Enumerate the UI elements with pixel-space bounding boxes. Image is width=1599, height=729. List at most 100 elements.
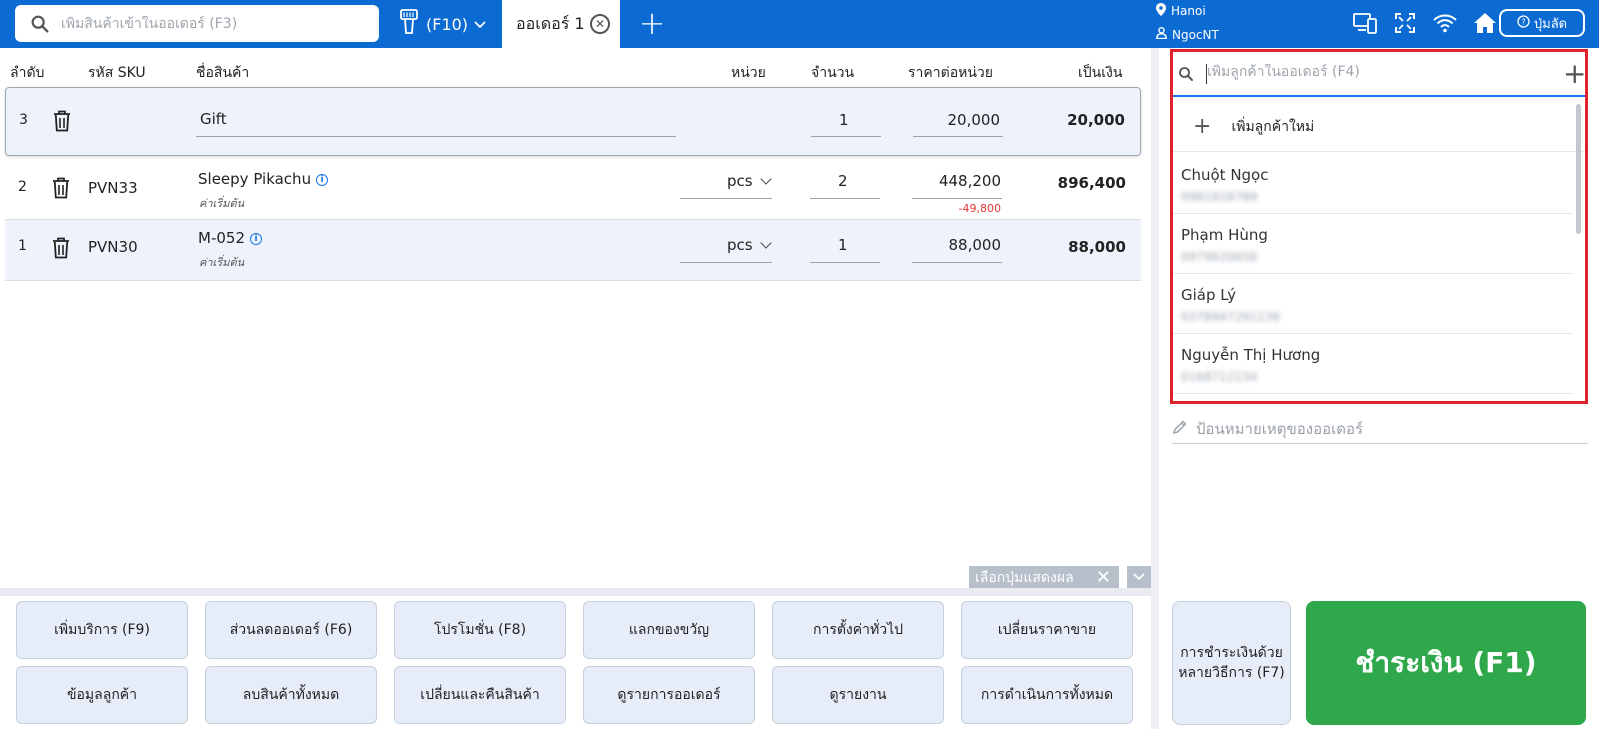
- row-price[interactable]: 448,200: [939, 172, 1001, 190]
- top-bar: (F10) ออเดอร์ 1 ✕ + Hanoi NgocNT: [0, 0, 1599, 48]
- wifi-icon[interactable]: [1432, 9, 1458, 37]
- general-settings-button[interactable]: การตั้งค่าทั่วไป: [772, 601, 944, 659]
- row-price[interactable]: 88,000: [949, 236, 1002, 254]
- plus-icon: +: [638, 4, 666, 42]
- tab-order-1[interactable]: ออเดอร์ 1 ✕: [502, 0, 620, 48]
- unit-value: pcs: [727, 236, 753, 254]
- top-icon-group: [1352, 9, 1498, 37]
- exchange-return-button[interactable]: เปลี่ยนและคืนสินค้า: [394, 666, 566, 724]
- add-new-customer-item[interactable]: + เพิ่มลูกค้าใหม่: [1173, 102, 1585, 152]
- row-total: 20,000: [1067, 111, 1125, 129]
- customer-name: Phạm Hùng: [1181, 226, 1268, 244]
- trash-icon[interactable]: [52, 177, 72, 199]
- order-note-field[interactable]: ป้อนหมายเหตุของออเดอร์: [1172, 414, 1588, 444]
- row-name: Sleepy Pikachu: [198, 170, 312, 188]
- info-icon[interactable]: i: [316, 174, 329, 186]
- row-discount: -49,800: [958, 202, 1001, 215]
- add-service-button[interactable]: เพิ่มบริการ (F9): [16, 601, 188, 659]
- price-field-underline: [912, 198, 1002, 199]
- customer-list-item[interactable]: Chuột Ngọc 0981818789: [1173, 154, 1573, 214]
- row-name-wrap: Sleepy Pikachu i: [198, 170, 329, 188]
- table-row[interactable]: 2 PVN33 Sleepy Pikachu i ค่าเริ่มต้น pcs …: [5, 158, 1141, 220]
- customer-phone: 0378947291236: [1181, 310, 1281, 324]
- header-total: เป็นเงิน: [1078, 65, 1123, 81]
- fullscreen-icon[interactable]: [1392, 9, 1418, 37]
- row-sku: PVN30: [88, 238, 138, 256]
- customer-dropdown-panel: + + เพิ่มลูกค้าใหม่ Chuột Ngọc 098181878…: [1170, 49, 1588, 404]
- barcode-scan-button[interactable]: (F10): [398, 9, 486, 39]
- tab-label: ออเดอร์ 1: [516, 13, 585, 33]
- customer-list-item[interactable]: Nguyễn Thị Hương 0168712234: [1173, 334, 1573, 394]
- row-index: 1: [18, 238, 27, 254]
- table-row[interactable]: 3 Gift 1 20,000 20,000: [5, 87, 1141, 156]
- display-options-toggle[interactable]: [1127, 566, 1151, 590]
- unit-field-underline: [680, 262, 772, 263]
- row-sku: PVN33: [88, 179, 138, 197]
- home-icon[interactable]: [1472, 9, 1498, 37]
- customer-name: Giáp Lý: [1181, 286, 1237, 304]
- info-icon[interactable]: i: [250, 233, 262, 245]
- unit-field-underline: [680, 198, 772, 199]
- row-price[interactable]: 20,000: [948, 111, 1001, 129]
- product-search-input[interactable]: [61, 15, 379, 32]
- row-total: 896,400: [1057, 174, 1126, 192]
- customer-list-item[interactable]: Phạm Hùng 0979620656: [1173, 214, 1573, 274]
- change-price-button[interactable]: เปลี่ยนราคาขาย: [961, 601, 1133, 659]
- pay-label: ชำระเงิน (F1): [1355, 646, 1537, 679]
- order-note-placeholder: ป้อนหมายเหตุของออเดอร์: [1196, 419, 1364, 438]
- delete-all-products-button[interactable]: ลบสินค้าทั้งหมด: [205, 666, 377, 724]
- multi-payment-button[interactable]: การชำระเงินด้วยหลายวิธีการ (F7): [1172, 601, 1291, 725]
- unit-select[interactable]: pcs: [727, 236, 772, 254]
- shortcut-button[interactable]: ? ปุ่มลัด: [1499, 9, 1585, 37]
- search-icon: [1177, 65, 1195, 87]
- customer-search-input[interactable]: [1207, 64, 1547, 80]
- trash-icon[interactable]: [53, 110, 73, 132]
- header-qty: จำนวน: [811, 65, 855, 81]
- row-qty[interactable]: 1: [838, 236, 848, 254]
- table-header: ลำดับ รหัส SKU ชื่อสินค้า หน่วย จำนวน รา…: [0, 48, 1146, 88]
- row-qty[interactable]: 2: [838, 172, 848, 190]
- customer-search-box[interactable]: +: [1173, 52, 1586, 97]
- qty-field-underline: [810, 262, 880, 263]
- location-name: Hanoi: [1171, 4, 1206, 18]
- view-orders-button[interactable]: ดูรายการออเดอร์: [583, 666, 755, 724]
- user-indicator: NgocNT: [1156, 27, 1219, 42]
- add-tab-button[interactable]: +: [636, 7, 668, 40]
- row-qty[interactable]: 1: [839, 111, 849, 129]
- header-unit: หน่วย: [731, 65, 766, 81]
- barcode-scanner-icon: [398, 9, 420, 39]
- svg-text:?: ?: [1521, 17, 1525, 26]
- close-icon[interactable]: ✕: [1096, 566, 1111, 590]
- display-options-bar[interactable]: เลือกปุ่มแสดงผล ✕: [969, 566, 1119, 590]
- customer-name: Nguyễn Thị Hương: [1181, 346, 1321, 364]
- devices-icon[interactable]: [1352, 9, 1378, 37]
- plus-icon[interactable]: +: [1563, 60, 1586, 88]
- help-icon: ?: [1517, 14, 1530, 32]
- row-name[interactable]: Gift: [200, 110, 227, 128]
- view-reports-button[interactable]: ดูรายงาน: [772, 666, 944, 724]
- close-circle-icon[interactable]: ✕: [590, 14, 610, 34]
- customer-info-button[interactable]: ข้อมูลลูกค้า: [16, 666, 188, 724]
- row-index: 3: [19, 112, 28, 128]
- table-row[interactable]: 1 PVN30 M-052 i ค่าเริ่มต้น pcs 1 88,000 …: [5, 220, 1141, 281]
- plus-icon: +: [1193, 113, 1212, 139]
- pay-button[interactable]: ชำระเงิน (F1): [1306, 601, 1586, 725]
- customer-list-item[interactable]: Giáp Lý 0378947291236: [1173, 274, 1573, 334]
- name-field-underline: [196, 136, 676, 137]
- location-indicator: Hanoi: [1156, 3, 1206, 19]
- action-area-divider: [0, 588, 1151, 596]
- customer-list-scrollbar[interactable]: [1576, 104, 1581, 234]
- chevron-down-icon: [1133, 570, 1145, 586]
- qty-field-underline: [810, 198, 880, 199]
- shortcut-label: ปุ่มลัด: [1533, 16, 1568, 32]
- order-discount-button[interactable]: ส่วนลดออเดอร์ (F6): [205, 601, 377, 659]
- product-search-box[interactable]: [15, 5, 379, 42]
- unit-select[interactable]: pcs: [727, 172, 772, 190]
- row-name-wrap: M-052 i: [198, 229, 262, 247]
- unit-value: pcs: [727, 172, 753, 190]
- price-field-underline: [913, 136, 1003, 137]
- all-operations-button[interactable]: การดำเนินการทั้งหมด: [961, 666, 1133, 724]
- trash-icon[interactable]: [52, 237, 72, 259]
- redeem-gift-button[interactable]: แลกของขวัญ: [583, 601, 755, 659]
- promotion-button[interactable]: โปรโมชั่น (F8): [394, 601, 566, 659]
